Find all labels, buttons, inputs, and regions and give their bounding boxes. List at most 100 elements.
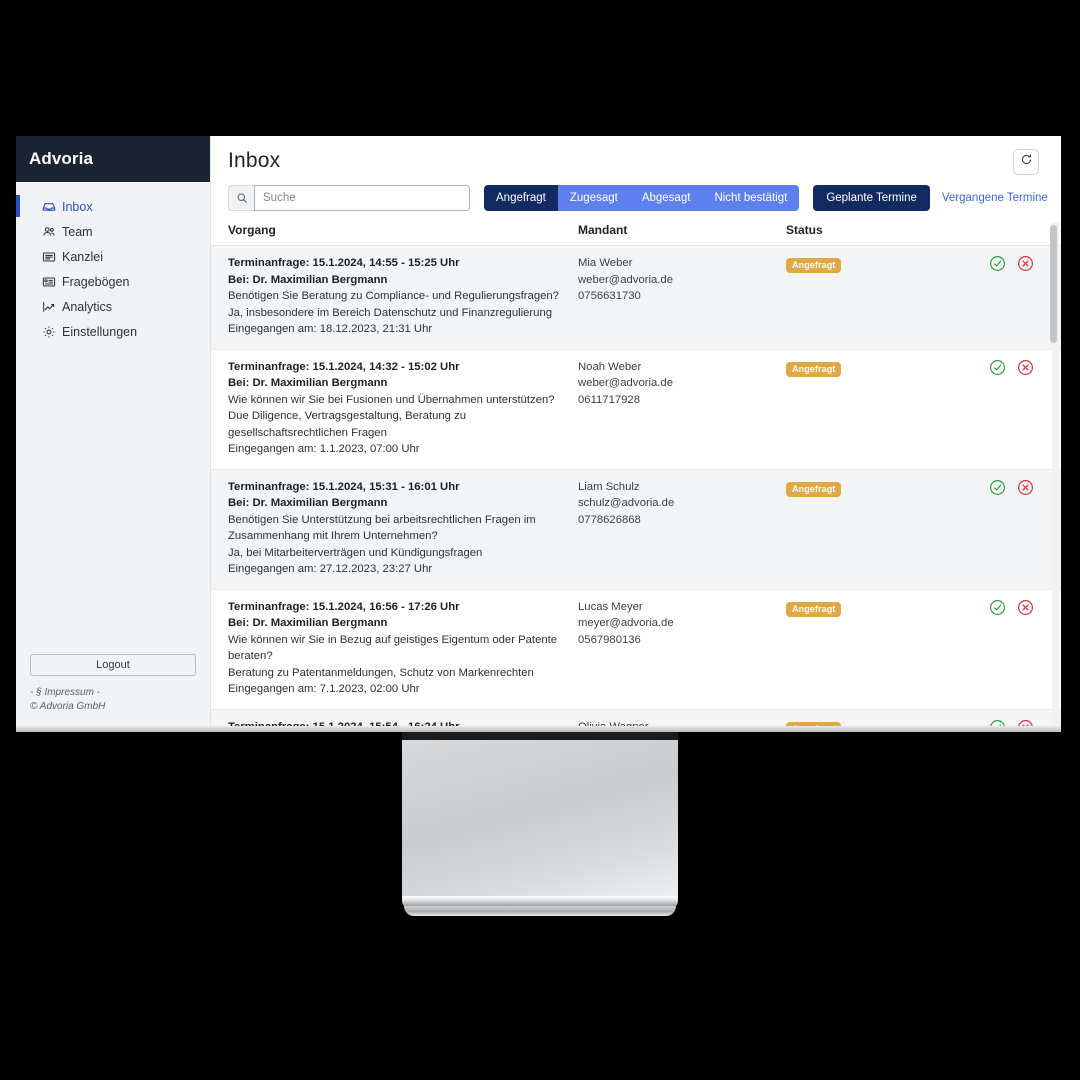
x-circle-icon[interactable] [1017, 255, 1034, 272]
main-header: Inbox [211, 136, 1061, 175]
row-mandant: Olivia Wagner wagner@advoria.de 08231653… [578, 719, 786, 727]
row-actions [906, 359, 1044, 458]
received-at: Eingegangen am: 7.1.2023, 02:00 Uhr [228, 683, 420, 695]
row-mandant: Mia Weber weber@advoria.de 0756631730 [578, 255, 786, 338]
toolbar: Angefragt Zugesagt Abgesagt Nicht bestät… [211, 175, 1061, 211]
view-switch: Geplante Termine Vergangene Termine [813, 185, 1048, 211]
table-header-row: Vorgang Mandant Status [211, 223, 1061, 246]
table-row[interactable]: Terminanfrage: 15.1.2024, 15:54 - 16:24 … [211, 709, 1061, 727]
column-header-mandant: Mandant [578, 223, 628, 237]
check-circle-icon[interactable] [989, 479, 1006, 496]
question-text: Wie können wir Sie in Bezug auf geistige… [228, 633, 558, 646]
refresh-icon [1020, 153, 1033, 171]
row-vorgang: Terminanfrage: 15.1.2024, 14:32 - 15:02 … [228, 359, 578, 458]
row-vorgang: Terminanfrage: 15.1.2024, 14:55 - 15:25 … [228, 255, 578, 338]
table-row[interactable]: Terminanfrage: 15.1.2024, 14:55 - 15:25 … [211, 246, 1061, 350]
check-circle-icon[interactable] [989, 599, 1006, 616]
x-circle-icon[interactable] [1017, 479, 1034, 496]
row-status: Angefragt [786, 479, 906, 578]
question-text: Wie können wir Sie bei Fusionen und Über… [228, 393, 555, 406]
sidebar-item-einstellungen[interactable]: Einstellungen [16, 319, 210, 344]
row-status: Angefragt [786, 255, 906, 338]
sidebar-footer: Logout - § Impressum - © Advoria GmbH [16, 654, 210, 726]
search-icon [228, 185, 254, 211]
sidebar-header: Advoria [16, 136, 210, 182]
sidebar-item-analytics[interactable]: Analytics [16, 294, 210, 319]
check-circle-icon[interactable] [989, 255, 1006, 272]
received-at: Eingegangen am: 18.12.2023, 21:31 Uhr [228, 323, 433, 335]
filter-nicht-bestaetigt[interactable]: Nicht bestätigt [702, 185, 800, 211]
client-phone: 0567980136 [578, 633, 641, 646]
client-name: Mia Weber [578, 257, 633, 269]
search-field [228, 185, 470, 211]
page-title: Inbox [228, 149, 281, 172]
laptop-base [402, 740, 678, 900]
answer-text: Due Diligence, Vertragsgestaltung, Berat… [228, 410, 467, 422]
table-row[interactable]: Terminanfrage: 15.1.2024, 15:31 - 16:01 … [211, 469, 1061, 590]
row-vorgang: Terminanfrage: 15.1.2024, 15:31 - 16:01 … [228, 479, 578, 578]
requests-table: Vorgang Mandant Status Terminanfrage: 15… [211, 223, 1061, 726]
answer-text: Ja, insbesondere im Bereich Datenschutz … [228, 306, 553, 319]
brand-logo: Advoria [29, 149, 93, 168]
form-icon [42, 275, 56, 289]
answer-text: Ja, bei Mitarbeiterverträgen und Kündigu… [228, 546, 483, 559]
vertical-scrollbar-track[interactable] [1050, 223, 1059, 726]
appointment-lawyer: Bei: Dr. Maximilian Bergmann [228, 617, 388, 629]
filter-zugesagt[interactable]: Zugesagt [557, 185, 630, 211]
table-row[interactable]: Terminanfrage: 15.1.2024, 16:56 - 17:26 … [211, 589, 1061, 710]
appointment-lawyer: Bei: Dr. Maximilian Bergmann [228, 377, 388, 389]
vertical-scrollbar-thumb[interactable] [1050, 225, 1057, 343]
list-icon [42, 250, 56, 264]
received-at: Eingegangen am: 1.1.2023, 07:00 Uhr [228, 443, 420, 455]
client-email: meyer@advoria.de [578, 617, 674, 629]
x-circle-icon[interactable] [1017, 599, 1034, 616]
copyright-text: © Advoria GmbH [30, 701, 106, 712]
sidebar-item-label: Team [62, 224, 93, 239]
sidebar-item-label: Kanzlei [62, 249, 103, 264]
appointment-time: Terminanfrage: 15.1.2024, 15:54 - 16:24 … [228, 719, 578, 727]
appointment-time: Terminanfrage: 15.1.2024, 16:56 - 17:26 … [228, 600, 460, 613]
logout-button[interactable]: Logout [30, 654, 196, 676]
check-circle-icon[interactable] [989, 719, 1006, 726]
search-input[interactable] [254, 185, 470, 211]
filter-angefragt[interactable]: Angefragt [484, 185, 558, 211]
question-text-cont: beraten? [228, 650, 273, 662]
client-phone: 0778626868 [578, 513, 641, 526]
row-status: Angefragt [786, 599, 906, 698]
sidebar-nav: Inbox Team Kanzlei Fragebögen Analytics … [16, 182, 210, 654]
column-header-vorgang: Vorgang [228, 223, 276, 237]
sidebar-item-label: Einstellungen [62, 324, 138, 339]
sidebar-item-team[interactable]: Team [16, 219, 210, 244]
row-actions [906, 719, 1044, 726]
sidebar-item-kanzlei[interactable]: Kanzlei [16, 244, 210, 269]
row-vorgang: Terminanfrage: 15.1.2024, 16:56 - 17:26 … [228, 599, 578, 698]
impressum-link[interactable]: - § Impressum - [30, 686, 196, 700]
row-vorgang: Terminanfrage: 15.1.2024, 15:54 - 16:24 … [228, 719, 578, 727]
column-header-status: Status [786, 223, 823, 237]
row-status: Angefragt [786, 359, 906, 458]
client-name: Lucas Meyer [578, 600, 643, 613]
client-email: weber@advoria.de [578, 273, 673, 286]
sidebar-item-inbox[interactable]: Inbox [16, 194, 210, 219]
row-actions [906, 479, 1044, 578]
refresh-button[interactable] [1013, 149, 1039, 175]
past-appointments-link[interactable]: Vergangene Termine [942, 192, 1048, 204]
x-circle-icon[interactable] [1017, 719, 1034, 726]
x-circle-icon[interactable] [1017, 359, 1034, 376]
sidebar-item-label: Fragebögen [62, 274, 130, 289]
filter-abgesagt[interactable]: Abgesagt [629, 185, 703, 211]
users-icon [42, 225, 56, 239]
row-mandant: Noah Weber weber@advoria.de 0611717928 [578, 359, 786, 458]
row-mandant: Liam Schulz schulz@advoria.de 0778626868 [578, 479, 786, 578]
appointment-time: Terminanfrage: 15.1.2024, 14:32 - 15:02 … [228, 360, 460, 373]
status-badge: Angefragt [786, 258, 842, 273]
check-circle-icon[interactable] [989, 359, 1006, 376]
gear-icon [42, 325, 56, 339]
chart-line-icon [42, 300, 56, 314]
inbox-icon [42, 200, 56, 214]
scheduled-appointments-button[interactable]: Geplante Termine [813, 185, 930, 211]
client-email: schulz@advoria.de [578, 497, 675, 509]
sidebar-item-fragebogen[interactable]: Fragebögen [16, 269, 210, 294]
table-row[interactable]: Terminanfrage: 15.1.2024, 14:32 - 15:02 … [211, 349, 1061, 470]
row-status: Angefragt [786, 719, 906, 726]
